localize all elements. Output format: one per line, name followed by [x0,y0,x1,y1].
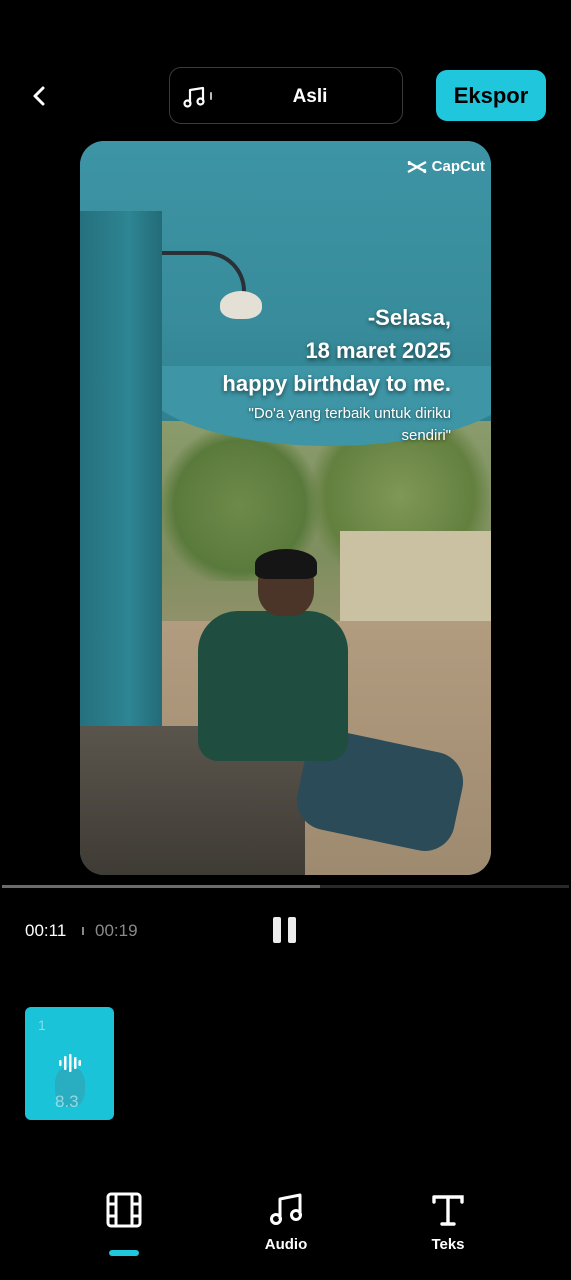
total-time: 00:19 [95,921,138,940]
music-selector[interactable]: Asli [169,67,403,124]
nav-active-indicator [109,1250,139,1256]
nav-audio[interactable]: Audio [258,1192,314,1253]
pause-icon [288,917,296,943]
overlay-quote: "Do'a yang terbaik untuk diriku sendiri" [248,405,451,444]
bottom-nav: Audio Teks [0,1180,571,1280]
music-label: Asli [292,86,328,107]
audio-level-indicator [210,92,212,100]
scene-wall [340,531,491,621]
back-button[interactable] [22,78,58,114]
person-hair [255,549,317,579]
overlay-message: happy birthday to me. [222,371,451,396]
capcut-watermark: CapCut [407,158,485,175]
capcut-logo-icon [407,160,427,173]
time-separator [82,927,84,935]
music-note-icon [183,86,205,108]
audio-wave-icon [59,1054,81,1072]
nav-text-label: Teks [431,1236,465,1253]
text-icon [432,1195,464,1226]
scene-pillar [80,211,162,811]
export-button[interactable]: Ekspor [436,70,546,121]
person-body [198,611,348,761]
playback-progress-bar[interactable] [2,885,569,888]
nav-text[interactable]: Teks [422,1192,474,1253]
overlay-day: -Selasa, [367,305,451,330]
current-time: 00:11 [25,921,67,940]
chevron-left-icon [33,86,45,106]
film-strip-icon [106,1192,142,1228]
clip-index: 1 [38,1017,46,1033]
nav-audio-label: Audio [264,1236,308,1253]
timeline-clip[interactable]: 1 8.3 [25,1007,114,1120]
scene-lamp [220,291,262,319]
clip-duration: 8.3 [55,1092,79,1111]
video-preview[interactable]: CapCut -Selasa, 18 maret 2025 happy birt… [80,141,491,875]
overlay-date: 18 maret 2025 [305,338,451,363]
top-bar: Asli Ekspor [0,0,571,130]
playback-progress-fill [2,885,320,888]
watermark-text: CapCut [431,158,485,175]
nav-video[interactable] [104,1192,144,1236]
pause-icon [273,917,281,943]
music-note-icon [270,1193,302,1225]
pause-button[interactable] [273,917,299,943]
